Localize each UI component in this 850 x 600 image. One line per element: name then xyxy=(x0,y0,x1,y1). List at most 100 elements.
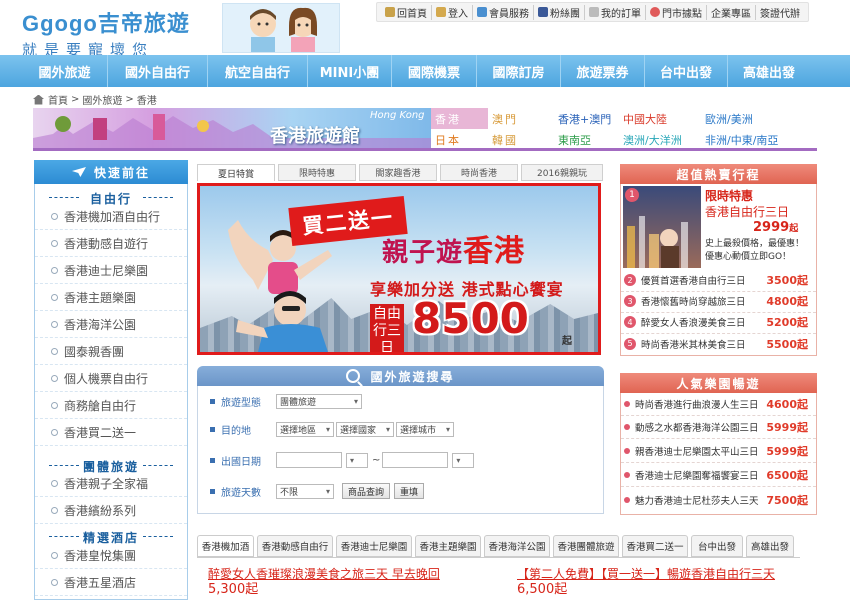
end-date-input[interactable] xyxy=(382,452,449,468)
nav-item-fit[interactable]: 國外自由行 xyxy=(108,55,208,87)
country-select[interactable]: 選擇國家 xyxy=(336,422,394,437)
tab-group-tour[interactable]: 香港團體旅遊 xyxy=(553,535,619,557)
sidebar-item[interactable]: 香港動感自遊行 xyxy=(35,230,187,257)
nav-item-tickets[interactable]: 國際機票 xyxy=(392,55,477,87)
search-button[interactable]: 商品查詢 xyxy=(342,483,391,499)
dest-southeast-asia[interactable]: 東南亞 xyxy=(554,129,619,150)
dest-europe-america[interactable]: 歐洲/美洲 xyxy=(701,108,817,129)
top-link-orders[interactable]: 我的訂單 xyxy=(585,4,646,20)
top-link-visa[interactable]: 簽證代辦 xyxy=(756,5,804,20)
top-link-member[interactable]: 會員服務 xyxy=(473,4,534,20)
tab-buy2get1[interactable]: 香港買二送一 xyxy=(622,535,688,557)
nav-item-vouchers[interactable]: 旅遊票券 xyxy=(561,55,645,87)
tab-2016[interactable]: 2016親親玩 xyxy=(521,164,603,181)
park-row[interactable]: 魅力香港迪士尼杜莎夫人三天 7500起 xyxy=(621,488,816,511)
dest-china[interactable]: 中國大陸 xyxy=(619,108,701,129)
dest-hk-macau[interactable]: 香港+澳門 xyxy=(554,108,619,129)
sidebar-item[interactable]: 國泰親香團 xyxy=(35,338,187,365)
days-select[interactable]: 不限 xyxy=(276,483,334,499)
dest-macau[interactable]: 澳門 xyxy=(488,108,554,129)
breadcrumb-home[interactable]: 首頁 xyxy=(48,92,68,107)
sidebar-item[interactable]: 香港買二送一 xyxy=(35,419,187,446)
park-row[interactable]: 動感之水都香港海洋公園三日 5999起 xyxy=(621,416,816,439)
park-row[interactable]: 香港迪士尼樂園奪福饗宴三日 6500起 xyxy=(621,464,816,487)
sidebar-item[interactable]: 香港五星酒店 xyxy=(35,569,187,596)
promo-title: 親子遊香港 xyxy=(382,234,526,269)
hot-deal-row[interactable]: 4 醉愛女人香浪漫美食三日 5200起 xyxy=(621,311,816,334)
site-logo[interactable]: Ggogo吉帝旅遊 就是要寵壞您 xyxy=(22,6,190,60)
sidebar-item[interactable]: 香港迪士尼樂園 xyxy=(35,257,187,284)
start-calendar-icon[interactable] xyxy=(346,452,368,468)
city-select[interactable]: 選擇城市 xyxy=(396,422,454,437)
nav-item-hotels[interactable]: 國際訂房 xyxy=(477,55,561,87)
kids-illustration xyxy=(222,3,340,53)
hot-deal-row[interactable]: 2 優質首選香港自由行三日 3500起 xyxy=(621,269,816,292)
top-link-login[interactable]: 登入 xyxy=(432,4,473,20)
bullet-icon xyxy=(51,266,58,274)
tab-limited[interactable]: 限時特惠 xyxy=(278,164,356,181)
deal-title[interactable]: 醉愛女人香璀璨浪漫美食之旅三天 早去晚回 xyxy=(208,567,440,582)
bullet-icon xyxy=(51,551,58,559)
paper-plane-icon xyxy=(71,167,86,177)
sidebar-item[interactable]: 商務艙自由行 xyxy=(35,392,187,419)
nav-item-kaohsiung[interactable]: 高雄出發 xyxy=(728,55,810,87)
region-select[interactable]: 選擇地區 xyxy=(276,422,334,437)
nav-item-taichung[interactable]: 台中出發 xyxy=(645,55,728,87)
promo-banner[interactable]: 買二送一 親子遊香港 享樂加分送 港式點心饗宴 自由行三日 8500 起 xyxy=(197,183,601,355)
dest-korea[interactable]: 韓國 xyxy=(488,129,554,150)
nav-item-air-fit[interactable]: 航空自由行 xyxy=(208,55,308,87)
reset-button[interactable]: 重填 xyxy=(394,483,425,499)
deal-price: 6,500起 xyxy=(517,582,568,597)
member-icon xyxy=(477,7,487,17)
end-calendar-icon[interactable] xyxy=(452,452,475,468)
tab-fashion[interactable]: 時尚香港 xyxy=(440,164,518,181)
sidebar-item[interactable]: 香港海洋公園 xyxy=(35,311,187,338)
top-link-corporate[interactable]: 企業專區 xyxy=(707,4,756,20)
sidebar-item[interactable]: 香港主題樂園 xyxy=(35,284,187,311)
deal-item-1[interactable]: 醉愛女人香璀璨浪漫美食之旅三天 早去晚回 5,300起 xyxy=(208,567,440,598)
bullet-icon xyxy=(51,320,58,328)
top-link-home[interactable]: 回首頁 xyxy=(381,4,432,20)
tour-type-select[interactable]: 團體旅遊 xyxy=(276,394,362,409)
start-date-input[interactable] xyxy=(276,452,342,468)
sidebar-item[interactable]: 香港繽紛系列 xyxy=(35,497,187,524)
hot-deal-row[interactable]: 3 香港懷舊時尚穿越旅三日 4800起 xyxy=(621,290,816,313)
top-link-fans[interactable]: 粉絲團 xyxy=(534,4,585,20)
feature-photo[interactable]: 1 xyxy=(623,186,701,268)
map-pin-icon xyxy=(650,7,660,17)
sidebar-item[interactable]: 香港機加酒自由行 xyxy=(35,203,187,230)
park-row[interactable]: 時尚香港進行曲浪漫人生三日 4600起 xyxy=(621,393,816,416)
nav-item-overseas[interactable]: 國外旅遊 xyxy=(22,55,108,87)
tab-ocean-park[interactable]: 香港海洋公園 xyxy=(484,535,550,557)
tab-taichung[interactable]: 台中出發 xyxy=(691,535,743,557)
hot-deals-panel: 1 限時特惠 香港自由行三日 2999起 史上最殺價格，最優惠！優惠心動價立即G… xyxy=(620,184,817,356)
tab-family[interactable]: 閤家趣香港 xyxy=(359,164,437,181)
dest-japan[interactable]: 日本 xyxy=(431,129,488,150)
feature-name[interactable]: 香港自由行三日 xyxy=(705,203,789,220)
tab-dynamic-fit[interactable]: 香港動感自由行 xyxy=(257,535,333,557)
bullet-icon xyxy=(51,239,58,247)
top-utility-nav: 回首頁 登入 會員服務 粉絲團 我的訂單 門市據點 企業專區 簽證代辦 xyxy=(376,2,809,22)
tab-disney[interactable]: 香港迪士尼樂園 xyxy=(336,535,412,557)
bullet-icon xyxy=(51,401,58,409)
deal-title[interactable]: 【第二人免費】【買一送一】暢遊香港自由行三天 xyxy=(517,567,775,582)
tab-kaohsiung[interactable]: 高雄出發 xyxy=(746,535,794,557)
top-link-stores[interactable]: 門市據點 xyxy=(646,4,707,20)
nav-item-mini[interactable]: MINI小團 xyxy=(308,55,392,87)
dest-hongkong[interactable]: 香港 xyxy=(431,108,488,129)
tab-summer[interactable]: 夏日特賞 xyxy=(197,164,275,181)
quick-nav-heading: 快速前往 xyxy=(34,160,188,184)
breadcrumb-overseas[interactable]: 國外旅遊 xyxy=(82,92,122,107)
hot-deal-row[interactable]: 5 時尚香港米其林美食三日 5500起 xyxy=(621,332,816,355)
park-row[interactable]: 親香港迪士尼樂園太平山三日 5999起 xyxy=(621,440,816,463)
deal-item-2[interactable]: 【第二人免費】【買一送一】暢遊香港自由行三天 6,500起 xyxy=(517,567,775,598)
breadcrumb-current: 香港 xyxy=(136,96,157,107)
sidebar-item[interactable]: 個人機票自由行 xyxy=(35,365,187,392)
dest-oceania[interactable]: 澳洲/大洋洲 xyxy=(619,129,701,150)
tab-theme-park[interactable]: 香港主題樂園 xyxy=(415,535,481,557)
tab-air-hotel[interactable]: 香港機加酒 xyxy=(197,535,254,557)
sidebar-item[interactable]: 香港皇悅集團 xyxy=(35,542,187,569)
dest-africa-mideast[interactable]: 非洲/中東/南亞 xyxy=(701,129,817,150)
park-heading: 人氣樂園暢遊 xyxy=(620,373,817,393)
sidebar-item[interactable]: 香港親子全家福 xyxy=(35,470,187,497)
